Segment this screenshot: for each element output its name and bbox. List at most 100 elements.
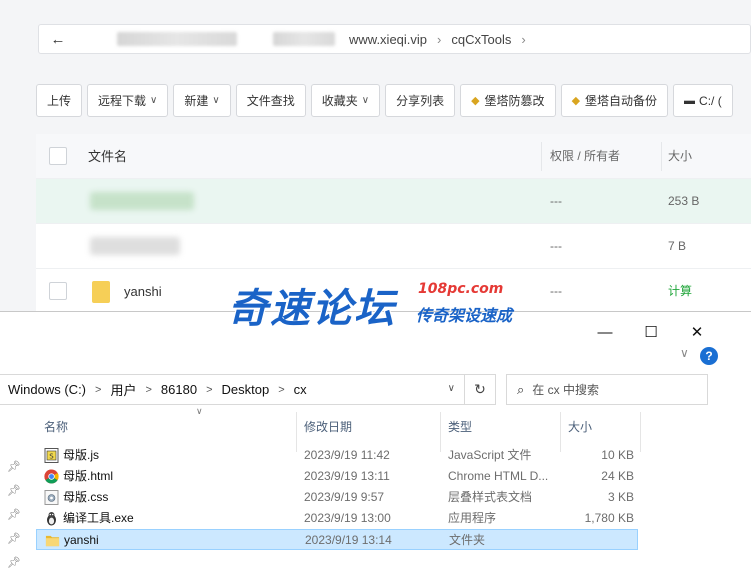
path-segment[interactable]: Desktop xyxy=(222,382,270,397)
maximize-icon[interactable]: ☐ xyxy=(628,318,674,346)
column-divider xyxy=(661,142,662,171)
chevron-down-icon: ∨ xyxy=(361,95,370,106)
file-toolbar: 上传 远程下载 ∨ 新建 ∨ 文件查找 收藏夹 ∨ 分享列表 ◆ 堡塔防篡改 ◆ 堡塔自动… xyxy=(36,84,733,117)
path-segment[interactable]: 用户 xyxy=(110,380,136,399)
row-permission: --- xyxy=(550,284,562,298)
file-type: Chrome HTML D... xyxy=(448,469,549,483)
column-header-size[interactable]: 大小 xyxy=(568,412,592,442)
blurred-path-segment xyxy=(273,32,335,46)
minimize-icon[interactable]: — xyxy=(582,318,628,346)
help-icon[interactable]: ? xyxy=(700,347,718,365)
diamond-icon: ◆ xyxy=(571,95,581,107)
file-date: 2023/9/19 13:14 xyxy=(305,533,392,547)
favorites-button[interactable]: 收藏夹 ∨ xyxy=(310,84,381,117)
path-separator-icon[interactable]: > xyxy=(278,384,284,396)
file-row[interactable]: 编译工具.exe 2023/9/19 13:00 应用程序 1,780 KB xyxy=(36,508,638,529)
file-table: 文件名 权限 / 所有者 大小 --- 253 B --- 7 B yanshi… xyxy=(36,134,751,314)
column-header-name[interactable]: 名称 xyxy=(44,412,68,442)
file-row[interactable]: 母版.css 2023/9/19 9:57 层叠样式表文档 3 KB xyxy=(36,487,638,508)
address-bar: ← www.xieqi.vip › cqCxTools › xyxy=(38,24,751,54)
pin-icon[interactable]: 📌︎ xyxy=(7,484,21,497)
breadcrumb-item[interactable]: www.xieqi.vip xyxy=(349,32,427,47)
table-row[interactable]: --- 7 B xyxy=(36,224,751,269)
table-row[interactable]: --- 253 B xyxy=(36,179,751,224)
file-name[interactable]: 母版.html xyxy=(63,466,113,487)
breadcrumb-separator-icon: › xyxy=(521,31,526,47)
file-name[interactable]: 母版.js xyxy=(63,445,99,466)
path-segment[interactable]: 86180 xyxy=(161,382,197,397)
folder-icon xyxy=(92,281,110,303)
column-divider xyxy=(640,412,641,452)
ribbon-expand-chevron-icon[interactable]: ∨ xyxy=(680,346,689,360)
refresh-icon[interactable]: ↻ xyxy=(464,375,495,404)
svg-text:S: S xyxy=(49,453,54,461)
explorer-search-box[interactable]: ⌕ 在 cx 中搜索 xyxy=(506,374,708,405)
file-type: 应用程序 xyxy=(448,511,497,525)
exe-app-icon xyxy=(47,512,56,526)
search-icon: ⌕ xyxy=(517,381,525,397)
row-size: 253 B xyxy=(668,194,700,208)
path-separator-icon[interactable]: > xyxy=(145,384,151,396)
pin-icon[interactable]: 📌︎ xyxy=(7,532,21,545)
file-row-selected[interactable]: yanshi 2023/9/19 13:14 文件夹 xyxy=(36,529,638,550)
file-type: 层叠样式表文档 xyxy=(448,490,533,504)
row-filename[interactable]: yanshi xyxy=(124,269,162,314)
file-row[interactable]: 母版.html 2023/9/19 13:11 Chrome HTML D...… xyxy=(36,466,638,487)
column-header-date[interactable]: 修改日期 xyxy=(304,412,352,442)
file-size: 10 KB xyxy=(601,448,634,462)
back-arrow-icon[interactable]: ← xyxy=(39,25,77,53)
chrome-html-icon xyxy=(44,469,59,484)
file-date: 2023/9/19 11:42 xyxy=(304,448,390,462)
file-name[interactable]: 母版.css xyxy=(63,487,108,508)
header-size[interactable]: 大小 xyxy=(668,134,692,179)
file-search-button[interactable]: 文件查找 xyxy=(235,84,306,117)
pin-icon[interactable]: 📌︎ xyxy=(7,508,21,521)
header-filename[interactable]: 文件名 xyxy=(88,134,127,179)
path-separator-icon[interactable]: > xyxy=(206,384,212,396)
folder-icon xyxy=(45,535,60,547)
tamper-proof-button[interactable]: ◆ 堡塔防篡改 xyxy=(460,84,556,117)
row-checkbox[interactable] xyxy=(49,282,67,300)
diamond-icon: ◆ xyxy=(471,95,480,107)
table-row[interactable]: yanshi --- 计算 xyxy=(36,269,751,314)
header-permission[interactable]: 权限 / 所有者 xyxy=(550,134,620,179)
path-separator-icon[interactable]: > xyxy=(95,384,101,396)
close-icon[interactable]: ✕ xyxy=(674,318,720,346)
file-date: 2023/9/19 13:11 xyxy=(304,469,390,483)
web-file-manager: ← www.xieqi.vip › cqCxTools › 上传 远程下载 ∨ 新… xyxy=(0,0,751,320)
file-size: 3 KB xyxy=(607,490,634,504)
file-row[interactable]: S 母版.js 2023/9/19 11:42 JavaScript 文件 10… xyxy=(36,445,638,466)
new-button[interactable]: 新建 ∨ xyxy=(173,84,231,117)
share-list-button[interactable]: 分享列表 xyxy=(385,84,456,117)
file-name[interactable]: 编译工具.exe xyxy=(63,508,134,529)
file-date: 2023/9/19 9:57 xyxy=(304,490,385,504)
drive-button[interactable]: ▬ C:/ ( xyxy=(673,84,733,117)
file-type: 文件夹 xyxy=(449,533,486,547)
select-all-checkbox[interactable] xyxy=(49,147,67,165)
file-size: 24 KB xyxy=(601,469,634,483)
js-file-icon: S xyxy=(44,448,59,463)
auto-backup-button[interactable]: ◆ 堡塔自动备份 xyxy=(560,84,669,117)
sort-arrow-icon: ∨ xyxy=(196,406,203,416)
breadcrumb-item[interactable]: cqCxTools xyxy=(451,32,511,47)
remote-download-button[interactable]: 远程下载 ∨ xyxy=(87,84,169,117)
explorer-window: — ☐ ✕ ∨ ? Windows (C:) > 用户 > 86180 > De… xyxy=(0,311,751,585)
css-file-icon xyxy=(44,490,59,505)
file-type: JavaScript 文件 xyxy=(448,448,532,462)
row-permission: --- xyxy=(550,239,562,253)
column-divider xyxy=(541,142,542,171)
pin-icon[interactable]: 📌︎ xyxy=(7,556,21,569)
upload-button[interactable]: 上传 xyxy=(36,84,83,117)
column-header-row: ∨ 名称 修改日期 类型 大小 xyxy=(36,406,642,452)
column-header-type[interactable]: 类型 xyxy=(448,412,472,442)
drive-icon: ▬ xyxy=(684,94,696,107)
blurred-filename xyxy=(90,237,180,255)
path-segment[interactable]: cx xyxy=(294,382,307,397)
calculate-size-link[interactable]: 计算 xyxy=(668,269,692,314)
pin-icon[interactable]: 📌︎ xyxy=(7,460,21,473)
path-segment[interactable]: Windows (C:) xyxy=(8,382,86,397)
blurred-filename xyxy=(90,192,194,210)
file-name[interactable]: yanshi xyxy=(64,530,99,551)
history-dropdown-icon[interactable]: ∨ xyxy=(448,383,455,394)
explorer-address-bar[interactable]: Windows (C:) > 用户 > 86180 > Desktop > cx… xyxy=(0,374,496,405)
